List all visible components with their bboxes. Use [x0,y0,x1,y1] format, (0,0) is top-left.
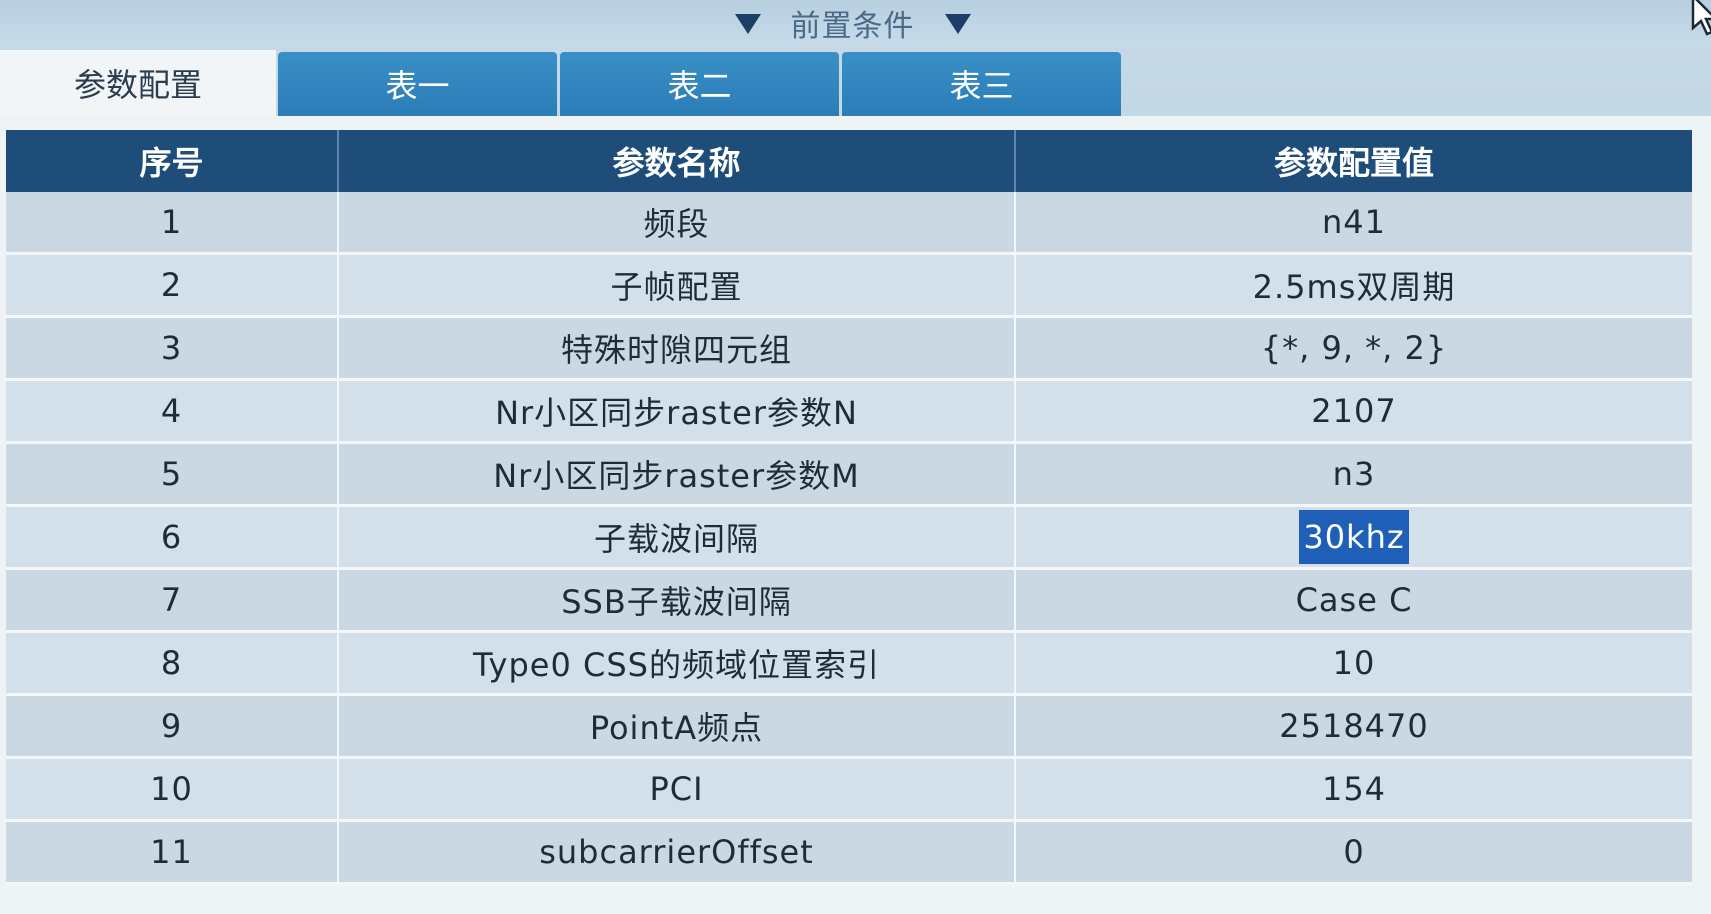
row-param-value-cell[interactable]: 2.5ms双周期 [1016,255,1692,318]
header-index: 序号 [6,130,339,192]
row-param-value: Case C [1295,581,1413,619]
tab-param-config[interactable]: 参数配置 [0,50,276,116]
row-param-value-cell[interactable]: 154 [1016,759,1692,822]
row-index: 11 [6,822,339,885]
row-param-value: {*, 9, *, 2} [1260,329,1448,367]
table-row[interactable]: 3 特殊时隙四元组 {*, 9, *, 2} [6,318,1692,381]
table-row[interactable]: 9 PointA频点 2518470 [6,696,1692,759]
row-param-name: 特殊时隙四元组 [339,318,1016,381]
row-param-value: 30khz [1299,510,1409,564]
row-param-name: SSB子载波间隔 [339,570,1016,633]
table-row[interactable]: 2 子帧配置 2.5ms双周期 [6,255,1692,318]
table-row[interactable]: 10 PCI 154 [6,759,1692,822]
table-row[interactable]: 7 SSB子载波间隔 Case C [6,570,1692,633]
row-param-value: 2518470 [1279,707,1429,745]
precondition-toggle[interactable]: 前置条件 [734,1,971,45]
tab-table-2[interactable]: 表二 [560,52,839,116]
row-index: 7 [6,570,339,633]
tab-table-3[interactable]: 表三 [842,52,1121,116]
row-param-name: Nr小区同步raster参数M [339,444,1016,507]
table-row[interactable]: 11 subcarrierOffset 0 [6,822,1692,885]
param-table-wrap: 序号 参数名称 参数配置值 1 频段 n41 2 子帧配置 2.5ms双周期 3 特殊时隙四元… [6,130,1692,885]
row-index: 2 [6,255,339,318]
tab-bar: 参数配置 表一 表二 表三 [0,50,1121,116]
row-index: 3 [6,318,339,381]
tab-table-1[interactable]: 表一 [278,52,557,116]
cursor-icon [1689,0,1711,40]
row-param-name: PCI [339,759,1016,822]
triangle-down-icon [734,14,761,34]
row-param-name: Type0 CSS的频域位置索引 [339,633,1016,696]
row-param-name: PointA频点 [339,696,1016,759]
row-param-value-cell[interactable]: Case C [1016,570,1692,633]
precondition-label: 前置条件 [790,9,915,44]
row-param-value-cell[interactable]: 0 [1016,822,1692,885]
row-index: 1 [6,192,339,255]
row-param-name: 频段 [339,192,1016,255]
table-row[interactable]: 6 子载波间隔 30khz [6,507,1692,570]
row-index: 10 [6,759,339,822]
row-param-value-cell[interactable]: n41 [1016,192,1692,255]
table-body: 1 频段 n41 2 子帧配置 2.5ms双周期 3 特殊时隙四元组 {*, 9, *, 2} 4… [6,192,1692,885]
row-param-value: 2.5ms双周期 [1252,268,1456,306]
table-row[interactable]: 4 Nr小区同步raster参数N 2107 [6,381,1692,444]
header-param-value: 参数配置值 [1016,130,1692,192]
row-param-value: 0 [1343,833,1365,871]
row-index: 9 [6,696,339,759]
row-param-name: 子载波间隔 [339,507,1016,570]
table-header-row: 序号 参数名称 参数配置值 [6,130,1692,192]
row-param-value-cell[interactable]: 10 [1016,633,1692,696]
row-param-name: subcarrierOffset [339,822,1016,885]
row-index: 6 [6,507,339,570]
precondition-bar: 前置条件 [0,0,1711,46]
table-row[interactable]: 8 Type0 CSS的频域位置索引 10 [6,633,1692,696]
row-param-value-cell[interactable]: 2107 [1016,381,1692,444]
header-param-name: 参数名称 [339,130,1016,192]
row-index: 4 [6,381,339,444]
triangle-down-icon [944,14,971,34]
table-row[interactable]: 5 Nr小区同步raster参数M n3 [6,444,1692,507]
row-index: 5 [6,444,339,507]
row-param-value: 2107 [1311,392,1397,430]
row-index: 8 [6,633,339,696]
param-panel: 序号 参数名称 参数配置值 1 频段 n41 2 子帧配置 2.5ms双周期 3 特殊时隙四元… [0,116,1711,914]
row-param-value: n41 [1322,203,1386,241]
row-param-value-cell[interactable]: 30khz [1016,507,1692,570]
row-param-name: Nr小区同步raster参数N [339,381,1016,444]
param-table: 序号 参数名称 参数配置值 1 频段 n41 2 子帧配置 2.5ms双周期 3 特殊时隙四元… [6,130,1692,885]
row-param-value-cell[interactable]: 2518470 [1016,696,1692,759]
row-param-value-cell[interactable]: n3 [1016,444,1692,507]
row-param-value: n3 [1332,455,1376,493]
row-param-value-cell[interactable]: {*, 9, *, 2} [1016,318,1692,381]
row-param-value: 10 [1332,644,1376,682]
table-row[interactable]: 1 频段 n41 [6,192,1692,255]
row-param-value: 154 [1321,770,1387,808]
row-param-name: 子帧配置 [339,255,1016,318]
